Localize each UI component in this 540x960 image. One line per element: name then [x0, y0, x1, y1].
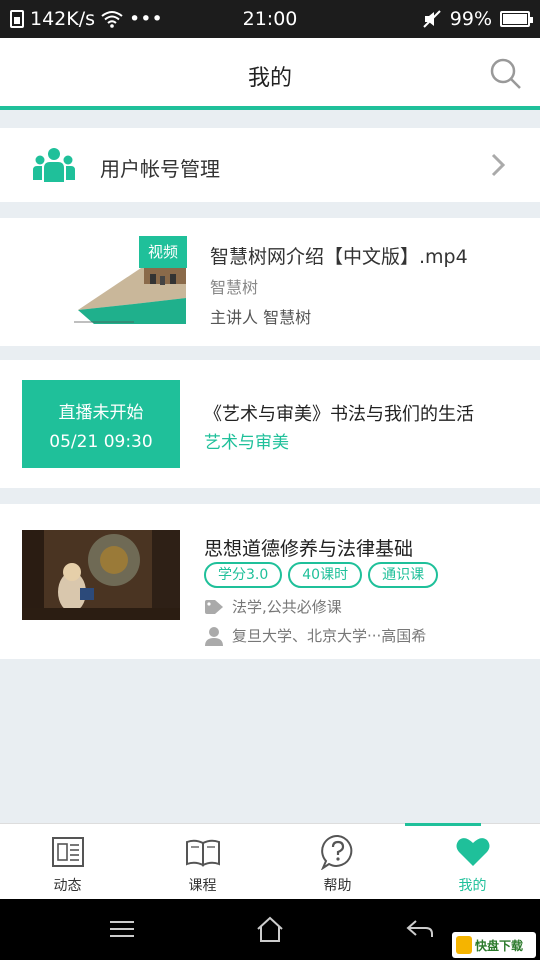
- course-tag: 学分3.0: [204, 562, 283, 588]
- search-icon[interactable]: [488, 56, 524, 92]
- course-title: 思想道德修养与法律基础: [204, 538, 414, 560]
- tab-label: 课程: [188, 878, 217, 894]
- course-thumbnail[interactable]: [22, 530, 180, 620]
- tab-news[interactable]: 动态: [0, 824, 135, 900]
- heart-icon: [456, 838, 489, 866]
- page-title: 我的: [247, 66, 292, 91]
- course-universities-row: 复旦大学、北京大学···高国希: [204, 625, 426, 646]
- course-tag: 通识课: [368, 562, 439, 588]
- mute-icon: [423, 10, 441, 28]
- live-status: 直播未开始: [58, 403, 144, 423]
- live-status-box[interactable]: 直播未开始 05/21 09:30: [22, 380, 180, 468]
- news-icon: [51, 837, 84, 867]
- help-icon: [320, 834, 352, 870]
- live-title: 《艺术与审美》书法与我们的生活: [204, 404, 474, 425]
- course-tags: 学分3.0 40课时 通识课: [204, 562, 439, 588]
- watermark-logo-icon: [456, 936, 472, 954]
- back-icon[interactable]: [404, 915, 436, 943]
- account-management-row[interactable]: 用户帐号管理: [0, 128, 540, 202]
- video-card[interactable]: 视频 智慧树网介绍【中文版】.mp4 智慧树 主讲人 智慧树: [0, 218, 540, 346]
- book-icon: [185, 839, 220, 867]
- course-category-row: 法学,公共必修课: [204, 596, 342, 617]
- live-card[interactable]: 直播未开始 05/21 09:30 《艺术与审美》书法与我们的生活 艺术与审美: [0, 360, 540, 488]
- bottom-tab-bar: 动态 课程 帮助 我的: [0, 823, 540, 899]
- users-icon: [33, 148, 75, 182]
- video-title: 智慧树网介绍【中文版】.mp4: [210, 246, 468, 268]
- home-icon[interactable]: [254, 915, 286, 943]
- person-icon: [205, 626, 223, 646]
- tab-mine[interactable]: 我的: [405, 823, 540, 900]
- status-right: 99%: [422, 8, 533, 30]
- video-badge: 视频: [139, 236, 187, 268]
- chevron-right-icon: [491, 153, 506, 177]
- course-card[interactable]: 思想道德修养与法律基础 学分3.0 40课时 通识课 法学,公共必修课 复旦大学…: [0, 504, 540, 659]
- watermark-text: 快盘下载: [475, 938, 524, 953]
- tab-label: 我的: [458, 878, 487, 894]
- tab-label: 帮助: [323, 878, 352, 894]
- menu-icon[interactable]: [106, 915, 138, 943]
- course-category: 法学,公共必修课: [232, 598, 342, 616]
- tab-help[interactable]: 帮助: [270, 824, 405, 900]
- header: 我的: [0, 38, 540, 110]
- battery-percent: 99%: [449, 8, 492, 30]
- course-universities: 复旦大学、北京大学···高国希: [232, 627, 427, 645]
- tab-courses[interactable]: 课程: [135, 824, 270, 900]
- live-category[interactable]: 艺术与审美: [204, 428, 289, 453]
- video-source: 智慧树: [210, 278, 259, 297]
- status-bar: 142K/s ••• 21:00 99%: [0, 0, 540, 38]
- tab-label: 动态: [53, 878, 82, 894]
- video-lecturer: 主讲人 智慧树: [210, 308, 312, 327]
- course-tag: 40课时: [288, 562, 363, 588]
- watermark-logo: 快盘下载: [452, 932, 536, 958]
- live-time: 05/21 09:30: [49, 432, 153, 452]
- battery-icon: [500, 11, 533, 27]
- account-management-label: 用户帐号管理: [100, 157, 220, 181]
- tag-icon: [205, 599, 223, 614]
